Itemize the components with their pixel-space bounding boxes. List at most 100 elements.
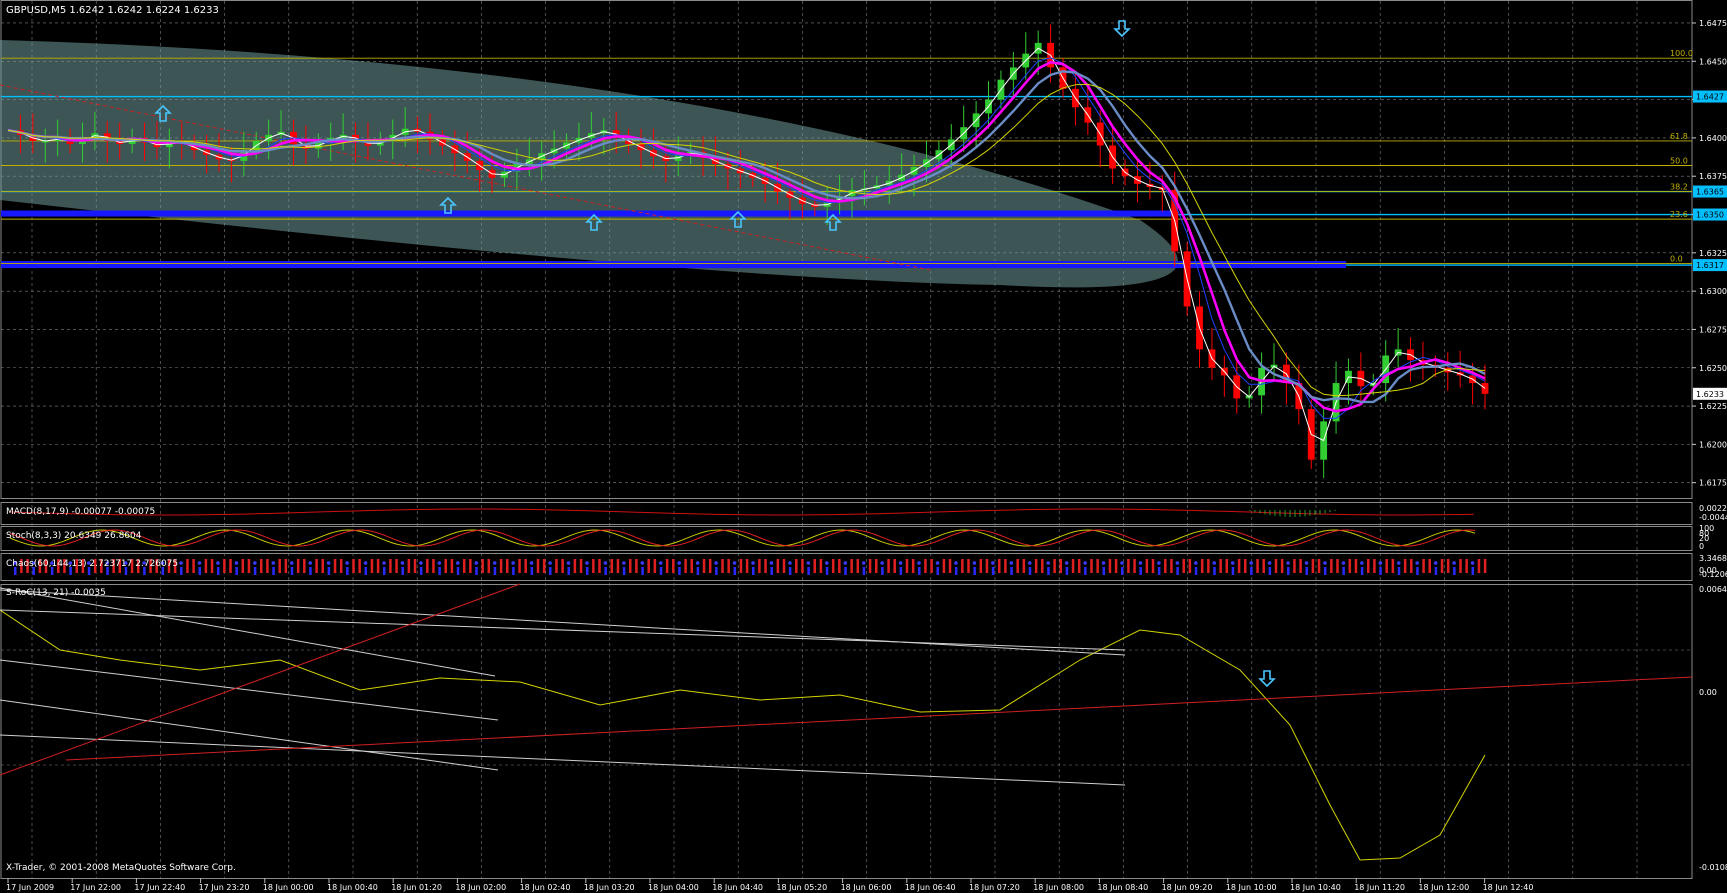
chaos-dot xyxy=(1101,561,1106,565)
chaos-bar xyxy=(788,567,792,575)
chaos-bar xyxy=(887,559,890,573)
chaos-bar xyxy=(1471,567,1475,575)
trading-chart[interactable]: 100.0 61.8 50.0 38.2 23.6 0.0 17 Jun 2009 17 J… xyxy=(0,0,1727,893)
fib-label: 38.2 xyxy=(1670,183,1688,192)
candle-body xyxy=(1481,383,1489,394)
chaos-bar xyxy=(192,559,195,573)
chaos-dot xyxy=(1470,561,1475,565)
chaos-bar xyxy=(327,567,331,575)
chaos-dot xyxy=(474,561,479,565)
chaos-dot xyxy=(492,561,497,565)
price-flag-label: 1.6350 xyxy=(1696,211,1724,220)
macd-label: MACD(8,17,9) -0.00077 -0.00075 xyxy=(6,507,155,517)
stoch-label: Stoch(8,3,3) 20.6349 26.8604 xyxy=(6,531,142,541)
chaos-dot xyxy=(1304,561,1309,565)
chaos-bar xyxy=(241,559,245,573)
chaos-bar xyxy=(413,559,417,573)
time-tick-label: 18 Jun 10:40 xyxy=(1290,883,1341,892)
chaos-bar xyxy=(518,559,521,573)
chaos-dot xyxy=(917,561,921,565)
chaos-bar xyxy=(462,559,466,573)
chaos-bar xyxy=(954,567,958,575)
chaos-bar xyxy=(573,559,577,573)
chaos-bar xyxy=(1157,567,1161,575)
chaos-bar xyxy=(309,567,312,575)
chaos-bar xyxy=(641,567,644,575)
sroc-axis-label: 0.0064 xyxy=(1699,585,1727,594)
chaos-bar xyxy=(862,567,866,575)
chaos-dot xyxy=(216,561,220,565)
copyright: X-Trader, © 2001-2008 MetaQuotes Softwar… xyxy=(6,863,236,873)
chaos-bar xyxy=(690,559,693,573)
price-flag-label: 1.6317 xyxy=(1696,261,1724,270)
fib-label: 61.8 xyxy=(1670,132,1688,141)
chaos-dot xyxy=(253,561,257,565)
chaos-bar xyxy=(752,567,755,575)
chaos-bar xyxy=(499,559,503,573)
chaos-dot xyxy=(1360,561,1364,565)
chaos-bar xyxy=(1477,559,1481,573)
chaos-bar xyxy=(1028,567,1032,575)
chaos-bar xyxy=(1274,559,1278,573)
chaos-bar xyxy=(1016,559,1019,573)
chaos-bar xyxy=(911,559,915,573)
chaos-bar xyxy=(1299,559,1302,573)
chaos-bar xyxy=(1133,559,1136,573)
price-tick-label: 1.6325 xyxy=(1699,249,1727,258)
price-tick-label: 1.6300 xyxy=(1699,287,1727,296)
chaos-bar xyxy=(782,559,786,573)
chaos-bar xyxy=(881,567,884,575)
trend-line xyxy=(0,609,1126,651)
chaos-dot xyxy=(898,561,903,565)
chaos-bar xyxy=(1207,559,1210,573)
chaos-bar xyxy=(948,559,952,573)
chaos-bar xyxy=(991,567,995,575)
trend-line xyxy=(0,587,496,677)
time-tick-label: 18 Jun 02:00 xyxy=(455,883,506,892)
price-tick-label: 1.6450 xyxy=(1699,57,1727,66)
chaos-axis-label: 3.34680 xyxy=(1699,554,1727,563)
chaos-bar xyxy=(659,567,663,575)
chaos-bar xyxy=(813,559,816,573)
chaos-bar xyxy=(1330,559,1333,573)
chaos-bar xyxy=(419,567,423,575)
stoch-main xyxy=(9,529,1476,547)
chaos-bar xyxy=(1084,567,1087,575)
chaos-bar xyxy=(1182,559,1185,573)
chaos-bar xyxy=(210,559,214,573)
chaos-dot xyxy=(1341,561,1346,565)
chaos-dot xyxy=(1378,561,1383,565)
chaos-bar xyxy=(702,559,706,573)
chaos-bar xyxy=(475,567,478,575)
chaos-dot xyxy=(1452,561,1456,565)
sroc-axis-label: -0.0108 xyxy=(1699,863,1727,872)
time-tick-label: 18 Jun 04:40 xyxy=(712,883,763,892)
chaos-bar xyxy=(1428,559,1431,573)
chaos-bar xyxy=(1453,567,1456,575)
chaos-bar xyxy=(1219,559,1222,573)
chaos-bar xyxy=(1446,559,1450,573)
time-tick-label: 18 Jun 11:20 xyxy=(1354,883,1405,892)
time-tick-label: 17 Jun 2009 xyxy=(6,883,54,892)
chaos-bar xyxy=(1121,567,1124,575)
chaos-bar xyxy=(1483,559,1487,573)
chaos-bar xyxy=(776,559,780,573)
price-tick-label: 1.6475 xyxy=(1699,19,1727,28)
chaos-bar xyxy=(1262,559,1265,573)
chaos-dot xyxy=(326,561,331,565)
chaos-bar xyxy=(1323,567,1327,575)
chaos-bar xyxy=(758,559,761,573)
chaos-bar xyxy=(346,567,349,575)
chaos-dot xyxy=(400,561,405,565)
chaos-bar xyxy=(247,559,251,573)
chaos-bar xyxy=(235,567,238,575)
chaos-bar xyxy=(868,559,872,573)
chaos-bar xyxy=(530,567,534,575)
chaos-bar xyxy=(1139,567,1142,575)
chaos-bar xyxy=(831,559,835,573)
macd-axis-label: 0.0022 xyxy=(1699,504,1727,513)
chaos-dot xyxy=(197,561,202,565)
chaos-bar xyxy=(899,567,903,575)
chaos-dot xyxy=(419,561,423,565)
chaos-dot xyxy=(1323,561,1327,565)
